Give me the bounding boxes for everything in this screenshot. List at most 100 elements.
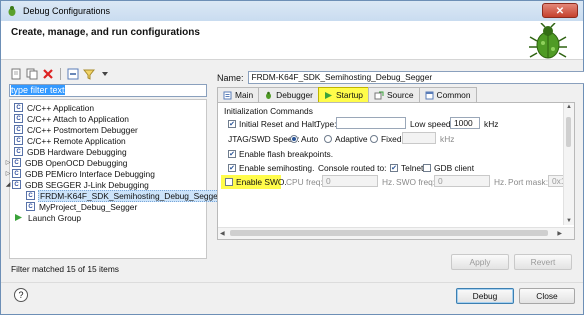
scroll-down-icon[interactable]: ▼: [566, 218, 572, 224]
filter-placeholder-text: type filter text: [11, 85, 65, 95]
tab-label: Main: [235, 90, 254, 100]
bug-app-icon: [8, 6, 16, 16]
flash-breakpoints-row[interactable]: ✔ Enable flash breakpoints.: [228, 149, 333, 159]
type-label: Type:: [316, 119, 337, 129]
initial-reset-checkbox[interactable]: ✔: [228, 120, 236, 128]
configuration-name-input[interactable]: FRDM-K64F_SDK_Semihosting_Debug_Segger: [247, 71, 584, 84]
scroll-left-icon[interactable]: ◀: [220, 230, 225, 237]
collapse-icon[interactable]: ◢: [4, 181, 12, 188]
tree-item-cpp-application[interactable]: C C/C++ Application: [14, 102, 95, 113]
vertical-scrollbar[interactable]: ▲ ▼: [563, 103, 574, 225]
telnet-label: Telnet: [401, 163, 424, 173]
tree-item-cpp-attach[interactable]: C C/C++ Attach to Application: [14, 113, 130, 124]
low-speed-unit: kHz: [484, 119, 499, 129]
tree-item-gdb-openocd[interactable]: ▷ C GDB OpenOCD Debugging: [4, 157, 128, 168]
config-toolbar: [9, 66, 112, 82]
initial-reset-checkbox-row[interactable]: ✔ Initial Reset and Halt.: [228, 119, 319, 129]
config-tabs: Main Debugger Startup Source Common: [217, 87, 477, 102]
tree-item-gdb-hardware[interactable]: C GDB Hardware Debugging: [14, 146, 128, 157]
tab-common[interactable]: Common: [418, 87, 477, 102]
window-title: Debug Configurations: [23, 6, 111, 16]
tab-label: Startup: [335, 90, 363, 100]
main-tab-icon: [223, 91, 232, 99]
title-bar: Debug Configurations ✕: [1, 1, 583, 21]
gdb-client-checkbox[interactable]: [423, 164, 431, 172]
startup-tab-panel: Initialization Commands ✔ Initial Reset …: [217, 102, 575, 240]
revert-button[interactable]: Revert: [514, 254, 572, 270]
window-close-button[interactable]: ✕: [542, 3, 578, 18]
expand-icon[interactable]: ▷: [4, 159, 12, 166]
swo-checkbox[interactable]: [225, 178, 233, 186]
tree-item-gdb-segger[interactable]: ◢ C GDB SEGGER J-Link Debugging: [4, 179, 150, 190]
new-config-icon: [11, 68, 21, 80]
cpu-freq-input[interactable]: 0: [322, 175, 378, 187]
speed-adaptive-label: Adaptive: [335, 134, 368, 144]
swo-freq-input[interactable]: 0: [434, 175, 490, 187]
bug-icon: [266, 91, 272, 99]
common-tab-icon: [425, 91, 434, 99]
speed-auto-label: Auto: [301, 134, 319, 144]
tree-item-cpp-postmortem[interactable]: C C/C++ Postmortem Debugger: [14, 124, 139, 135]
telnet-checkbox[interactable]: ✔: [390, 164, 398, 172]
close-button[interactable]: Close: [519, 288, 575, 304]
gdb-client-option[interactable]: GDB client: [423, 163, 474, 173]
apply-button[interactable]: Apply: [451, 254, 509, 270]
telnet-option[interactable]: ✔ Telnet: [390, 163, 423, 173]
debug-button[interactable]: Debug: [456, 288, 514, 304]
flash-breakpoints-checkbox[interactable]: ✔: [228, 150, 236, 158]
new-configuration-button[interactable]: [9, 67, 23, 81]
speed-fixed-radio[interactable]: [370, 135, 378, 143]
reset-type-input[interactable]: [336, 117, 406, 129]
duplicate-button[interactable]: [25, 67, 39, 81]
low-speed-input[interactable]: 1000: [450, 117, 480, 129]
fixed-speed-unit: kHz: [440, 134, 455, 144]
delete-icon: [43, 69, 53, 79]
view-menu-button[interactable]: [98, 67, 112, 81]
tab-debugger[interactable]: Debugger: [258, 87, 319, 102]
tab-startup[interactable]: Startup: [317, 87, 369, 102]
filter-input[interactable]: type filter text: [9, 84, 207, 97]
jtag-speed-label: JTAG/SWD Speed:: [228, 134, 300, 144]
scroll-up-icon[interactable]: ▲: [566, 104, 572, 110]
speed-adaptive-radio[interactable]: [324, 135, 332, 143]
semihosting-checkbox[interactable]: ✔: [228, 164, 236, 172]
gdb-client-label: GDB client: [434, 163, 475, 173]
port-mask-input[interactable]: 0x1: [548, 175, 564, 187]
speed-fixed-label: Fixed: [381, 134, 402, 144]
vertical-scroll-thumb[interactable]: [566, 117, 571, 147]
tree-item-launch-group[interactable]: Launch Group: [14, 212, 82, 223]
tree-item-myproject-config[interactable]: C MyProject_Debug_Segger: [26, 201, 138, 212]
swo-row[interactable]: Enable SWO.: [225, 177, 287, 187]
tree-item-label: GDB PEMicro Interface Debugging: [25, 168, 155, 179]
expand-icon[interactable]: ▷: [4, 170, 12, 177]
tree-item-gdb-pemicro[interactable]: ▷ C GDB PEMicro Interface Debugging: [4, 168, 156, 179]
launch-group-icon: [15, 214, 22, 221]
fixed-speed-input[interactable]: [402, 132, 436, 144]
startup-arrow-icon: [324, 91, 332, 99]
c-config-icon: C: [12, 158, 21, 167]
speed-auto-radio[interactable]: [290, 135, 298, 143]
semihosting-row[interactable]: ✔ Enable semihosting.: [228, 163, 314, 173]
cpu-freq-label: CPU freq:: [286, 177, 323, 187]
name-row: Name: FRDM-K64F_SDK_Semihosting_Debug_Se…: [217, 71, 584, 84]
help-button[interactable]: ?: [14, 288, 28, 302]
name-label: Name:: [217, 72, 244, 83]
filter-menu-button[interactable]: [82, 67, 96, 81]
debug-configurations-window: Debug Configurations ✕ Create, manage, a…: [0, 0, 584, 315]
scroll-right-icon[interactable]: ▶: [557, 230, 562, 237]
speed-fixed-option[interactable]: Fixed: [370, 134, 401, 144]
horizontal-scroll-thumb[interactable]: [230, 230, 548, 236]
tree-item-label: C/C++ Application: [27, 102, 95, 113]
tree-item-cpp-remote[interactable]: C C/C++ Remote Application: [14, 135, 127, 146]
collapse-all-button[interactable]: [66, 67, 80, 81]
delete-button[interactable]: [41, 67, 55, 81]
speed-auto-option[interactable]: Auto: [290, 134, 318, 144]
tab-main[interactable]: Main: [217, 87, 260, 102]
tree-item-label: C/C++ Postmortem Debugger: [27, 124, 138, 135]
tree-item-frdm-k64f-config[interactable]: C FRDM-K64F_SDK_Semihosting_Debug_Segger: [26, 189, 223, 202]
filter-status: Filter matched 15 of 15 items: [11, 264, 119, 274]
c-config-icon: C: [26, 191, 35, 200]
horizontal-scrollbar[interactable]: ◀ ▶: [218, 227, 574, 239]
tab-source[interactable]: Source: [367, 87, 420, 102]
speed-adaptive-option[interactable]: Adaptive: [324, 134, 368, 144]
